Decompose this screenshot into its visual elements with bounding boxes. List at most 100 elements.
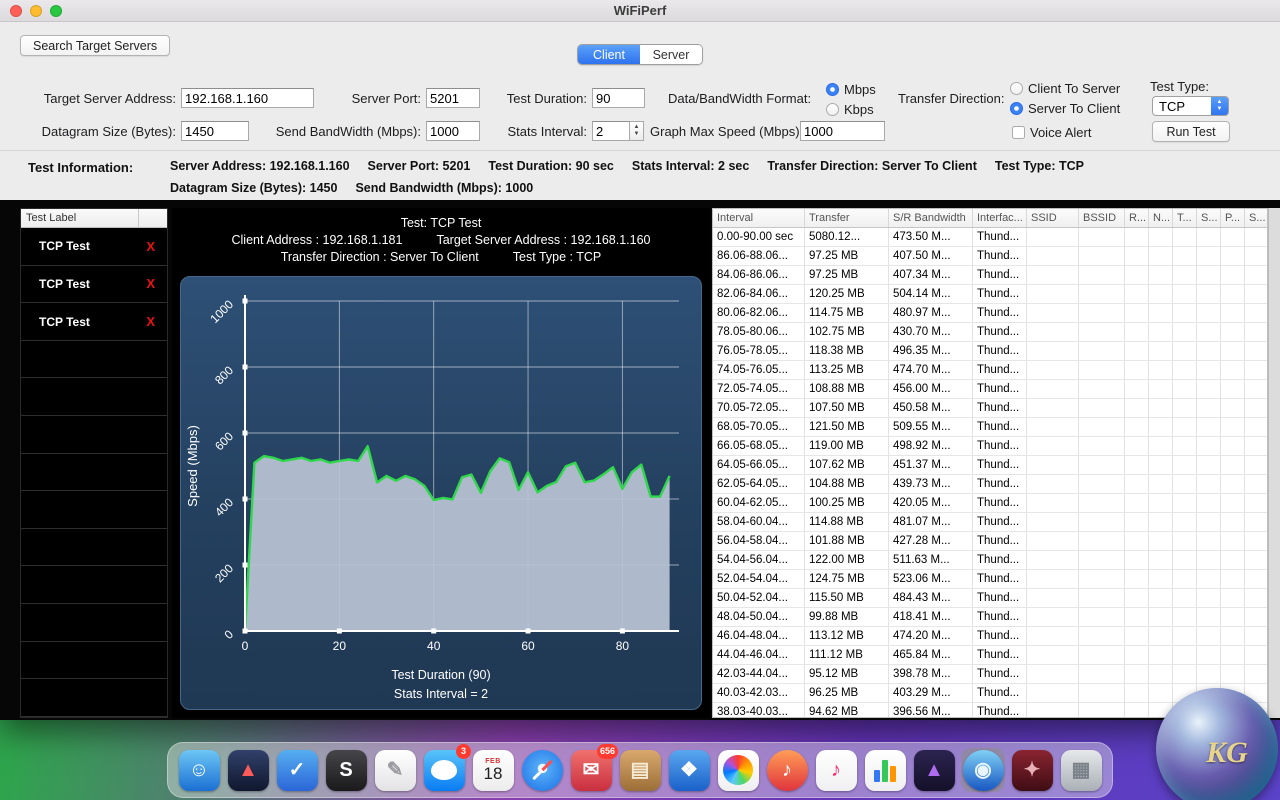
column-header[interactable]: S... [1245,209,1267,227]
column-header[interactable]: T... [1173,209,1197,227]
column-header[interactable]: R... [1125,209,1149,227]
prism-app-dock-icon[interactable]: ▲ [912,748,956,792]
books-dock-icon[interactable]: ▤ [618,748,662,792]
kbps-radio-icon[interactable] [826,102,839,116]
blue-app-dock-icon[interactable]: ❖ [667,748,711,792]
rocket-app-dock-icon[interactable]: ▲ [226,748,270,792]
test-row[interactable]: TCP Test X [21,265,167,304]
table-row[interactable]: 46.04-48.04... 113.12 MB 474.20 M... Thund.… [713,627,1267,646]
calendar-dock-icon[interactable]: FEB 18 [471,748,515,792]
delete-test-icon[interactable]: X [146,276,155,291]
table-row[interactable]: 64.05-66.05... 107.62 MB 451.37 M... Thund.… [713,456,1267,475]
run-test-button[interactable]: Run Test [1152,121,1230,142]
stats-interval-stepper[interactable]: ▲ ▼ [630,121,644,141]
server-port-input[interactable] [426,88,480,108]
send-bandwidth-input[interactable] [426,121,480,141]
column-header[interactable]: S/R Bandwidth [889,209,973,227]
table-row[interactable]: 82.06-84.06... 120.25 MB 504.14 M... Thund.… [713,285,1267,304]
table-row[interactable]: 42.03-44.04... 95.12 MB 398.78 M... Thund..… [713,665,1267,684]
delete-test-icon[interactable]: X [146,314,155,329]
datagram-size-input[interactable] [181,121,249,141]
stats-interval-input[interactable] [592,121,630,141]
voice-alert-checkbox[interactable] [1012,125,1025,139]
test-row[interactable] [21,528,167,567]
test-row[interactable] [21,566,167,605]
column-header[interactable]: Interfac... [973,209,1027,227]
radio-mbps[interactable]: Mbps [826,81,876,97]
table-row[interactable]: 44.04-46.04... 111.12 MB 465.84 M... Thund.… [713,646,1267,665]
results-table[interactable]: Interval Transfer S/R Bandwidth Interfac...… [712,208,1268,718]
column-header[interactable]: BSSID [1079,209,1125,227]
test-row[interactable] [21,604,167,642]
textedit-dock-icon[interactable]: ✎ [373,748,417,792]
client-to-server-radio-icon[interactable] [1010,81,1023,95]
photos-dock-icon[interactable] [716,748,760,792]
itunes-dock-icon[interactable]: ♪ [765,748,809,792]
radio-server-to-client[interactable]: Server To Client [1010,100,1120,116]
dark-red-app-dock-icon[interactable]: ✦ [1010,748,1054,792]
table-row[interactable]: 54.04-56.04... 122.00 MB 511.63 M... Thund.… [713,551,1267,570]
table-row[interactable]: 62.05-64.05... 104.88 MB 439.73 M... Thund.… [713,475,1267,494]
table-cell [1149,456,1173,474]
results-scrollbar[interactable] [1268,208,1280,718]
test-row[interactable] [21,416,167,454]
table-row[interactable]: 0.00-90.00 sec 5080.12... 473.50 M... Thund… [713,228,1267,247]
test-row[interactable] [21,340,167,379]
dark-s-app-dock-icon[interactable]: S [324,748,368,792]
chart-app-dock-icon[interactable] [863,748,907,792]
voice-alert-checkbox-row[interactable]: Voice Alert [1012,124,1091,140]
trash-dock-icon[interactable]: ▦ [1059,748,1103,792]
test-row[interactable] [21,453,167,492]
test-row[interactable] [21,378,167,417]
table-row[interactable]: 68.05-70.05... 121.50 MB 509.55 M... Thund.… [713,418,1267,437]
things-checkmark-dock-icon[interactable]: ✓ [275,748,319,792]
table-row[interactable]: 60.04-62.05... 100.25 MB 420.05 M... Thund.… [713,494,1267,513]
table-row[interactable]: 80.06-82.06... 114.75 MB 480.97 M... Thund.… [713,304,1267,323]
table-row[interactable]: 70.05-72.05... 107.50 MB 450.58 M... Thund.… [713,399,1267,418]
column-header[interactable]: N... [1149,209,1173,227]
table-row[interactable]: 48.04-50.04... 99.88 MB 418.41 M... Thund..… [713,608,1267,627]
test-row[interactable]: TCP Test X [21,228,167,266]
column-header[interactable]: S... [1197,209,1221,227]
table-row[interactable]: 78.05-80.06... 102.75 MB 430.70 M... Thund.… [713,323,1267,342]
table-row[interactable]: 56.04-58.04... 101.88 MB 427.28 M... Thund.… [713,532,1267,551]
mbps-radio-icon[interactable] [826,82,839,96]
search-target-servers-button[interactable]: Search Target Servers [20,35,171,56]
table-cell [1197,608,1221,626]
table-row[interactable]: 86.06-88.06... 97.25 MB 407.50 M... Thund..… [713,247,1267,266]
finder-dock-icon[interactable]: ☺ [177,748,221,792]
safari-dock-icon[interactable] [520,748,564,792]
titlebar[interactable]: WiFiPerf [0,0,1280,22]
mail-stamp-dock-icon[interactable]: ✉ 656 [569,744,618,792]
music-dock-icon[interactable]: ♪ [814,748,858,792]
table-row[interactable]: 76.05-78.05... 118.38 MB 496.35 M... Thund.… [713,342,1267,361]
table-row[interactable]: 66.05-68.05... 119.00 MB 498.92 M... Thund.… [713,437,1267,456]
column-header[interactable]: SSID [1027,209,1079,227]
table-row[interactable]: 58.04-60.04... 114.88 MB 481.07 M... Thund.… [713,513,1267,532]
table-row[interactable]: 72.05-74.05... 108.88 MB 456.00 M... Thund.… [713,380,1267,399]
test-row[interactable]: TCP Test X [21,303,167,341]
test-row[interactable] [21,679,167,717]
test-list-header[interactable]: Test Label [21,209,167,228]
segment-server[interactable]: Server [640,45,702,64]
segment-client[interactable]: Client [578,45,640,64]
test-row[interactable] [21,491,167,529]
test-duration-input[interactable] [592,88,645,108]
server-to-client-radio-icon[interactable] [1010,101,1023,115]
delete-test-icon[interactable]: X [146,239,155,254]
wifiperf-app-dock-icon[interactable]: ◉ [961,748,1005,792]
test-row[interactable] [21,641,167,680]
radio-client-to-server[interactable]: Client To Server [1010,80,1120,96]
table-row[interactable]: 74.05-76.05... 113.25 MB 474.70 M... Thund.… [713,361,1267,380]
test-type-dropdown[interactable]: TCP ▲ ▼ [1152,96,1229,116]
table-row[interactable]: 84.06-86.06... 97.25 MB 407.34 M... Thund..… [713,266,1267,285]
graph-max-speed-input[interactable] [800,121,885,141]
radio-kbps[interactable]: Kbps [826,101,874,117]
column-header[interactable]: Interval [713,209,805,227]
table-row[interactable]: 52.04-54.04... 124.75 MB 523.06 M... Thund.… [713,570,1267,589]
column-header[interactable]: P... [1221,209,1245,227]
messages-dock-icon[interactable]: 3 [422,744,471,792]
target-server-address-input[interactable] [181,88,314,108]
column-header[interactable]: Transfer [805,209,889,227]
table-row[interactable]: 50.04-52.04... 115.50 MB 484.43 M... Thund.… [713,589,1267,608]
